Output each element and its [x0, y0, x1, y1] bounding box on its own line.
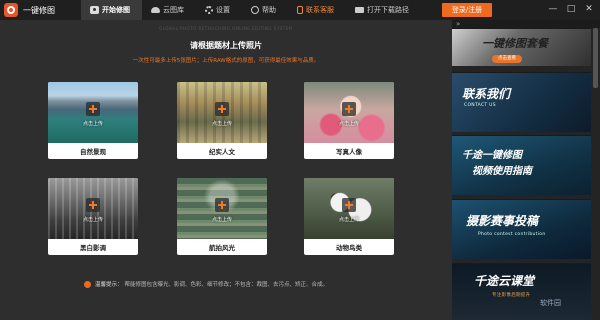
- category-label: 动物鸟类: [336, 244, 362, 252]
- phone-icon: [297, 6, 303, 14]
- close-icon[interactable]: ✕: [584, 3, 594, 15]
- corner-watermark: 软件园: [540, 299, 561, 307]
- upload-label: 点击上传: [211, 217, 232, 223]
- app-title: 一键修图: [23, 5, 55, 15]
- plus-icon: [86, 102, 100, 116]
- minimize-icon[interactable]: —: [548, 3, 558, 15]
- upload-label: 点击上传: [211, 121, 232, 127]
- window-controls: — □ ✕: [548, 3, 594, 15]
- category-card-documentary[interactable]: 点击上传 纪实人文: [177, 82, 267, 159]
- upload-label: 点击上传: [82, 121, 103, 127]
- upload-label: 点击上传: [338, 121, 359, 127]
- camera-icon: [90, 6, 99, 14]
- nav-start-retouch[interactable]: 开始修图: [81, 0, 142, 20]
- plus-icon: [342, 102, 356, 116]
- nav-cloud-gallery[interactable]: 云图库: [142, 0, 196, 20]
- upload-hint: 一次性可最多上传5张图片；上传RAW格式的原图，可获得最佳效果与品质。: [132, 58, 320, 64]
- main-nav: 开始修图 云图库 设置 帮助 联系客服 打开下载路径: [81, 0, 421, 20]
- collapse-sidebar-icon[interactable]: »: [456, 20, 460, 28]
- banner-retouch-package[interactable]: 一键修图套餐 点击查看: [452, 28, 591, 66]
- category-card-portrait[interactable]: 点击上传 写真人像: [304, 82, 394, 159]
- category-label: 航拍风光: [209, 244, 235, 252]
- tip-label: 温馨提示：: [95, 282, 123, 288]
- system-watermark: GLOBAL PHOTO RETOUCHING ONLINE EDITING S…: [159, 26, 293, 31]
- category-label: 自然景观: [80, 148, 106, 156]
- tip-text: 帮能修图包含曝光、影调、色彩、细节修改；不包含：裁图、去污点、矫正、合成。: [124, 282, 329, 288]
- nav-open-download-folder[interactable]: 打开下载路径: [346, 0, 421, 20]
- banner-video-guide[interactable]: 千途一键修图 视频使用指南: [452, 135, 591, 195]
- nav-help[interactable]: 帮助: [242, 0, 288, 20]
- category-card-nature[interactable]: 点击上传 自然景观: [48, 82, 138, 159]
- category-label: 黑白影调: [80, 244, 106, 252]
- maximize-icon[interactable]: □: [566, 3, 576, 15]
- gear-icon: [205, 6, 213, 14]
- title-bar: 一键修图 开始修图 云图库 设置 帮助 联系客服 打开下载路径 登录/注册 — …: [0, 0, 600, 20]
- category-label: 写真人像: [336, 148, 362, 156]
- banner-photo-contest[interactable]: 摄影赛事投稿 Photo contest contribution: [452, 199, 591, 259]
- cloud-icon: [151, 7, 160, 13]
- plus-icon: [342, 198, 356, 212]
- help-icon: [251, 6, 259, 14]
- plus-icon: [86, 198, 100, 212]
- category-card-aerial[interactable]: 点击上传 航拍风光: [177, 178, 267, 255]
- plus-icon: [215, 102, 229, 116]
- banner-cloud-classroom[interactable]: 千途云课堂 专注影像后期提升: [452, 263, 591, 320]
- upload-label: 点击上传: [82, 217, 103, 223]
- category-card-animals[interactable]: 点击上传 动物鸟类: [304, 178, 394, 255]
- banner-contact-us[interactable]: 联系我们 CONTACT US: [452, 72, 591, 132]
- view-button[interactable]: 点击查看: [492, 55, 522, 63]
- tip-bar: 温馨提示： 帮能修图包含曝光、影调、色彩、细节修改；不包含：裁图、去污点、矫正、…: [84, 280, 328, 288]
- app-logo-icon: [4, 3, 18, 17]
- nav-contact-support[interactable]: 联系客服: [288, 0, 346, 20]
- nav-settings[interactable]: 设置: [196, 0, 242, 20]
- upload-label: 点击上传: [338, 217, 359, 223]
- sidebar-scrollbar[interactable]: [593, 28, 598, 88]
- plus-icon: [215, 198, 229, 212]
- folder-icon: [355, 7, 364, 13]
- main-panel: GLOBAL PHOTO RETOUCHING ONLINE EDITING S…: [0, 20, 452, 320]
- info-icon: [84, 280, 91, 288]
- upload-title: 请根据题材上传照片: [190, 41, 262, 50]
- login-register-button[interactable]: 登录/注册: [442, 3, 492, 17]
- category-label: 纪实人文: [209, 148, 235, 156]
- category-card-black-white[interactable]: 点击上传 黑白影调: [48, 178, 138, 255]
